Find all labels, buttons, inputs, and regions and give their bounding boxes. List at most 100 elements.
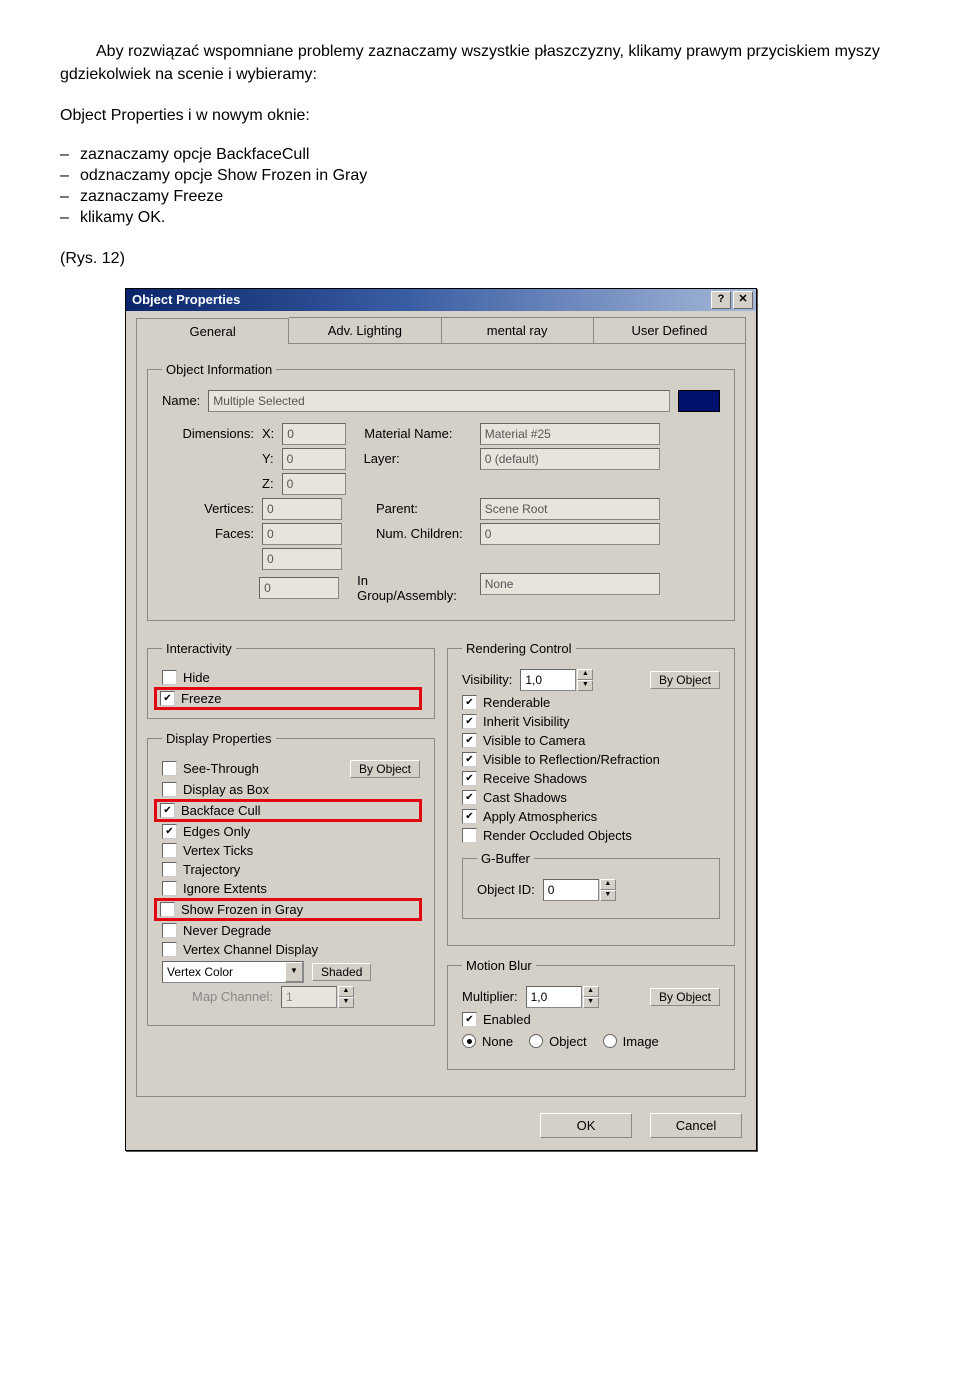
tab-mental-ray[interactable]: mental ray bbox=[442, 317, 594, 343]
visible-reflection-checkbox[interactable] bbox=[462, 752, 477, 767]
render-occluded-checkbox[interactable] bbox=[462, 828, 477, 843]
multiplier-field[interactable] bbox=[526, 986, 582, 1008]
display-properties-group: Display Properties See-Through By Object… bbox=[147, 731, 435, 1026]
backface-cull-row[interactable]: Backface Cull bbox=[156, 801, 420, 820]
freeze-checkbox[interactable] bbox=[160, 691, 175, 706]
y-label: Y: bbox=[262, 451, 274, 466]
vertex-channel-row[interactable]: Vertex Channel Display bbox=[162, 942, 420, 957]
ignore-extents-row[interactable]: Ignore Extents bbox=[162, 881, 420, 896]
ignore-extents-checkbox[interactable] bbox=[162, 881, 177, 896]
see-through-row[interactable]: See-Through By Object bbox=[162, 760, 420, 778]
ignore-extents-label: Ignore Extents bbox=[183, 881, 267, 896]
never-degrade-row[interactable]: Never Degrade bbox=[162, 923, 420, 938]
dialog-titlebar[interactable]: Object Properties ? ✕ bbox=[126, 289, 756, 311]
motion-object-radio[interactable]: Object bbox=[529, 1034, 587, 1049]
never-degrade-checkbox[interactable] bbox=[162, 923, 177, 938]
close-button[interactable]: ✕ bbox=[733, 291, 753, 309]
help-button[interactable]: ? bbox=[711, 291, 731, 309]
spinner-up-icon[interactable]: ▲ bbox=[577, 669, 593, 680]
vertex-channel-checkbox[interactable] bbox=[162, 942, 177, 957]
map-channel-spinner[interactable]: ▲▼ bbox=[281, 986, 354, 1008]
cast-shadows-row[interactable]: Cast Shadows bbox=[462, 790, 720, 805]
visibility-field[interactable] bbox=[520, 669, 576, 691]
vertex-ticks-row[interactable]: Vertex Ticks bbox=[162, 843, 420, 858]
renderable-checkbox[interactable] bbox=[462, 695, 477, 710]
spinner-up-icon[interactable]: ▲ bbox=[583, 986, 599, 997]
cancel-button[interactable]: Cancel bbox=[650, 1113, 742, 1138]
enabled-row[interactable]: Enabled bbox=[462, 1012, 720, 1027]
motion-by-object-button[interactable]: By Object bbox=[650, 988, 720, 1006]
x-label: X: bbox=[262, 426, 274, 441]
radio-icon[interactable] bbox=[603, 1034, 617, 1048]
spinner-down-icon[interactable]: ▼ bbox=[583, 997, 599, 1008]
display-as-box-checkbox[interactable] bbox=[162, 782, 177, 797]
rendering-by-object-button[interactable]: By Object bbox=[650, 671, 720, 689]
ok-button[interactable]: OK bbox=[540, 1113, 632, 1138]
tab-user-defined[interactable]: User Defined bbox=[594, 317, 746, 343]
motion-image-radio[interactable]: Image bbox=[603, 1034, 659, 1049]
faces-label: Faces: bbox=[162, 526, 254, 541]
name-field[interactable] bbox=[208, 390, 670, 412]
receive-shadows-row[interactable]: Receive Shadows bbox=[462, 771, 720, 786]
enabled-checkbox[interactable] bbox=[462, 1012, 477, 1027]
object-id-field[interactable] bbox=[543, 879, 599, 901]
edges-only-label: Edges Only bbox=[183, 824, 250, 839]
render-occluded-row[interactable]: Render Occluded Objects bbox=[462, 828, 720, 843]
backface-cull-checkbox[interactable] bbox=[160, 803, 175, 818]
cast-shadows-checkbox[interactable] bbox=[462, 790, 477, 805]
visible-camera-row[interactable]: Visible to Camera bbox=[462, 733, 720, 748]
multiplier-spinner[interactable]: ▲▼ bbox=[526, 986, 599, 1008]
visible-reflection-row[interactable]: Visible to Reflection/Refraction bbox=[462, 752, 720, 767]
visible-camera-label: Visible to Camera bbox=[483, 733, 585, 748]
vertex-ticks-label: Vertex Ticks bbox=[183, 843, 253, 858]
apply-atmospherics-row[interactable]: Apply Atmospherics bbox=[462, 809, 720, 824]
display-as-box-row[interactable]: Display as Box bbox=[162, 782, 420, 797]
vertex-color-dropdown[interactable]: Vertex Color ▼ bbox=[162, 961, 304, 983]
never-degrade-label: Never Degrade bbox=[183, 923, 271, 938]
visible-camera-checkbox[interactable] bbox=[462, 733, 477, 748]
edges-only-row[interactable]: Edges Only bbox=[162, 824, 420, 839]
tab-general[interactable]: General bbox=[136, 318, 289, 344]
radio-icon[interactable] bbox=[462, 1034, 476, 1048]
show-frozen-row[interactable]: Show Frozen in Gray bbox=[156, 900, 420, 919]
show-frozen-checkbox[interactable] bbox=[160, 902, 175, 917]
spinner-up-icon[interactable]: ▲ bbox=[338, 986, 354, 997]
dim-x-field bbox=[282, 423, 346, 445]
object-id-spinner[interactable]: ▲▼ bbox=[543, 879, 616, 901]
radio-icon[interactable] bbox=[529, 1034, 543, 1048]
rendering-control-legend: Rendering Control bbox=[462, 641, 576, 656]
spinner-down-icon[interactable]: ▼ bbox=[577, 680, 593, 691]
freeze-row[interactable]: Freeze bbox=[156, 689, 420, 708]
vertex-ticks-checkbox[interactable] bbox=[162, 843, 177, 858]
display-by-object-button[interactable]: By Object bbox=[350, 760, 420, 778]
tab-adv-lighting[interactable]: Adv. Lighting bbox=[289, 317, 441, 343]
spinner-up-icon[interactable]: ▲ bbox=[600, 879, 616, 890]
motion-none-radio[interactable]: None bbox=[462, 1034, 513, 1049]
inherit-visibility-checkbox[interactable] bbox=[462, 714, 477, 729]
hide-label: Hide bbox=[183, 670, 210, 685]
vertices-label: Vertices: bbox=[162, 501, 254, 516]
edges-only-checkbox[interactable] bbox=[162, 824, 177, 839]
renderable-row[interactable]: Renderable bbox=[462, 695, 720, 710]
hide-row[interactable]: Hide bbox=[162, 670, 420, 685]
chevron-down-icon[interactable]: ▼ bbox=[285, 962, 303, 982]
trajectory-checkbox[interactable] bbox=[162, 862, 177, 877]
layer-field bbox=[480, 448, 660, 470]
object-color-swatch[interactable] bbox=[678, 390, 720, 412]
trajectory-row[interactable]: Trajectory bbox=[162, 862, 420, 877]
receive-shadows-checkbox[interactable] bbox=[462, 771, 477, 786]
see-through-checkbox[interactable] bbox=[162, 761, 177, 776]
hide-checkbox[interactable] bbox=[162, 670, 177, 685]
visibility-spinner[interactable]: ▲▼ bbox=[520, 669, 593, 691]
material-name-label: Material Name: bbox=[364, 426, 452, 441]
spinner-down-icon[interactable]: ▼ bbox=[600, 890, 616, 901]
g-buffer-group: G-Buffer Object ID: ▲▼ bbox=[462, 851, 720, 919]
apply-atmospherics-checkbox[interactable] bbox=[462, 809, 477, 824]
object-id-label: Object ID: bbox=[477, 882, 535, 897]
inherit-visibility-row[interactable]: Inherit Visibility bbox=[462, 714, 720, 729]
spinner-down-icon[interactable]: ▼ bbox=[338, 997, 354, 1008]
shaded-button[interactable]: Shaded bbox=[312, 963, 371, 981]
num-children-field bbox=[480, 523, 660, 545]
backface-cull-label: Backface Cull bbox=[181, 803, 260, 818]
map-channel-field[interactable] bbox=[281, 986, 337, 1008]
